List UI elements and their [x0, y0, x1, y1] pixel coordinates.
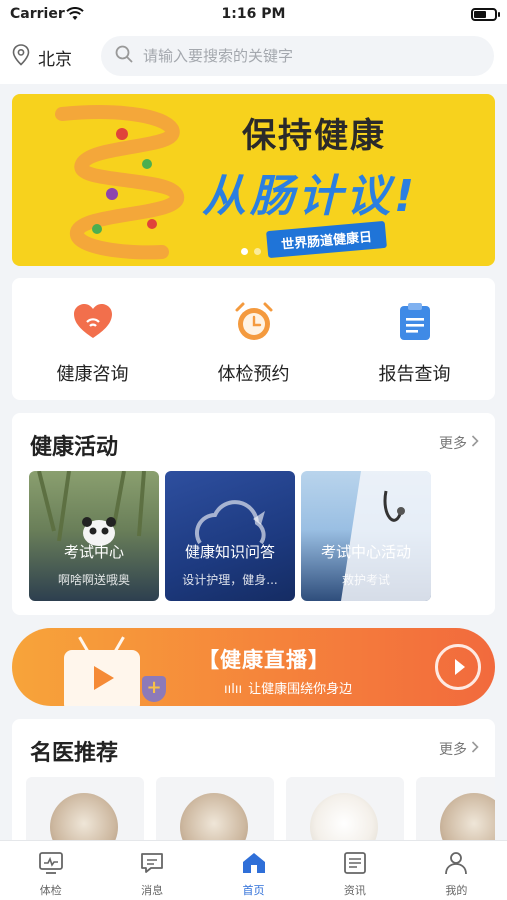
activity-card[interactable]: 健康知识问答 设计护理，健身...: [165, 471, 295, 601]
tv-icon: [64, 636, 140, 706]
play-arrow-button[interactable]: [435, 644, 481, 690]
clock: 1:16 PM: [221, 6, 286, 22]
more-label: 更多: [439, 742, 467, 758]
tab-label: 体检: [39, 884, 62, 897]
user-icon: [443, 851, 469, 879]
doctors-section: 名医推荐 更多: [12, 719, 495, 849]
tab-home[interactable]: 首页: [203, 841, 304, 900]
message-icon: [139, 851, 165, 879]
quick-menu: 健康咨询 体检预约 报告查询: [12, 278, 495, 400]
doctor-card[interactable]: [286, 777, 404, 849]
more-label: 更多: [439, 436, 467, 452]
live-subtitle: 让健康围绕你身边: [248, 682, 353, 697]
quick-item-consult[interactable]: 健康咨询: [12, 278, 173, 400]
location-pin-icon: [12, 44, 30, 70]
tab-messages[interactable]: 消息: [101, 841, 202, 900]
tab-label: 首页: [242, 884, 265, 897]
more-link[interactable]: 更多: [439, 433, 479, 453]
heart-chat-icon: [71, 300, 115, 348]
search-icon: [115, 45, 133, 67]
chevron-right-icon: [471, 741, 479, 757]
doctor-list: [26, 777, 495, 849]
activities-section: 健康活动 更多 考试中心 啊啥啊送哦奥 健康知识问答 设计护理，健身... 考试…: [12, 413, 495, 615]
doctor-card[interactable]: [416, 777, 495, 849]
chevron-right-icon: [471, 435, 479, 451]
card-title: 考试中心: [63, 543, 124, 561]
live-stream-banner[interactable]: + 【健康直播】 ıılıı 让健康围绕你身边: [12, 628, 495, 706]
promo-banner[interactable]: 保持健康 从肠计议! 世界肠道健康日: [12, 94, 495, 266]
doctor-card[interactable]: [156, 777, 274, 849]
tab-checkup[interactable]: 体检: [0, 841, 101, 900]
quick-item-checkup[interactable]: 体检预约: [173, 278, 334, 400]
search-input[interactable]: [143, 47, 463, 65]
tab-profile[interactable]: 我的: [406, 841, 507, 900]
activity-card[interactable]: 考试中心活动 救护考试: [301, 471, 431, 601]
home-icon: [241, 851, 267, 879]
tab-news[interactable]: 资讯: [304, 841, 405, 900]
intestine-illustration: [55, 105, 184, 260]
section-title: 健康活动: [30, 435, 119, 460]
live-subtitle-row: ıılıı 让健康围绕你身边: [224, 678, 352, 697]
banner-title-line1: 保持健康: [242, 116, 386, 156]
more-link[interactable]: 更多: [439, 739, 479, 759]
tab-label: 消息: [141, 884, 164, 897]
location-selector[interactable]: 北京: [12, 44, 72, 70]
quick-item-label: 体检预约: [217, 364, 290, 385]
monitor-icon: [38, 851, 64, 879]
city-label: 北京: [38, 49, 72, 70]
search-bar[interactable]: [101, 36, 494, 76]
banner-ribbon: 世界肠道健康日: [266, 220, 387, 259]
card-subtitle: 救护考试: [341, 573, 390, 587]
activity-cards: 考试中心 啊啥啊送哦奥 健康知识问答 设计护理，健身... 考试中心活动 救护考…: [29, 471, 431, 601]
card-title: 考试中心活动: [320, 543, 411, 561]
tab-label: 资讯: [343, 884, 366, 897]
doctor-card[interactable]: [26, 777, 144, 849]
battery-icon: [471, 8, 500, 21]
card-subtitle: 设计护理，健身...: [182, 573, 278, 587]
pagination-dot[interactable]: [241, 248, 248, 255]
live-title: 【健康直播】: [198, 648, 330, 672]
banner-pagination: [241, 248, 261, 255]
pagination-dot[interactable]: [254, 248, 261, 255]
bottom-tab-bar: 体检 消息 首页 资讯 我的: [0, 840, 507, 900]
quick-item-report[interactable]: 报告查询: [334, 278, 495, 400]
card-subtitle: 啊啥啊送哦奥: [57, 573, 130, 587]
banner-title-line2: 从肠计议!: [202, 171, 419, 222]
tab-label: 我的: [445, 884, 468, 897]
card-title: 健康知识问答: [184, 543, 275, 561]
status-bar: Carrier 1:16 PM: [0, 0, 507, 30]
clipboard-icon: [393, 300, 437, 348]
alarm-clock-icon: [232, 300, 276, 348]
top-header: 北京: [0, 30, 507, 84]
plus-shield-icon: +: [142, 676, 166, 702]
quick-item-label: 健康咨询: [56, 364, 129, 385]
quick-item-label: 报告查询: [378, 364, 451, 385]
section-title: 名医推荐: [30, 741, 119, 766]
sound-wave-icon: ıılıı: [224, 682, 243, 697]
news-icon: [342, 851, 368, 879]
activity-card[interactable]: 考试中心 啊啥啊送哦奥: [29, 471, 159, 601]
